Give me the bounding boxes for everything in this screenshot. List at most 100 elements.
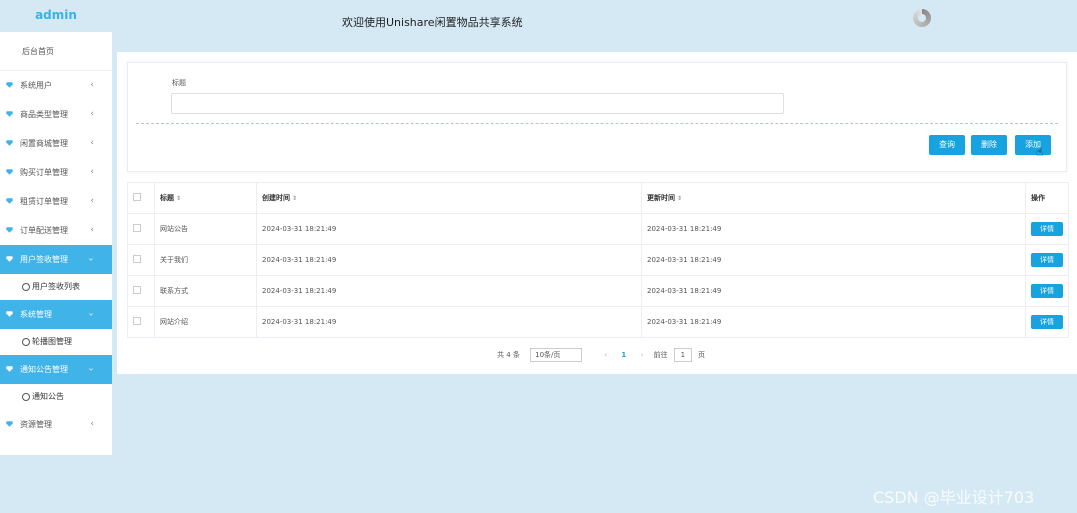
sidebar-item-home[interactable]: 后台首页 [0,32,112,71]
table-row: 联系方式 2024-03-31 18:21:49 2024-03-31 18:2… [127,275,1069,307]
gem-icon [6,111,13,117]
gem-icon [6,366,13,372]
sidebar-item-purchase-orders[interactable]: 购买订单管理 ‹ [0,158,112,187]
chevron-left-icon: ‹ [90,167,94,177]
cell-created: 2024-03-31 18:21:49 [256,275,642,307]
sort-icon: ⇕ [292,195,298,202]
total-count: 共 4 条 [497,351,520,359]
gem-icon [6,311,13,317]
sidebar-item-user-signoff[interactable]: 用户签收管理 ‹ [0,245,112,274]
column-header-action: 操作 [1025,182,1069,214]
detail-button[interactable]: 详情 [1031,284,1063,298]
row-checkbox[interactable] [133,286,141,294]
watermark: CSDN @毕业设计703 [873,488,1035,507]
sidebar-item-delivery[interactable]: 订单配送管理 ‹ [0,216,112,245]
sidebar-subitem-notices[interactable]: 通知公告 [0,384,112,410]
sidebar-item-label: 闲置商城管理 [20,139,68,148]
gem-icon [6,256,13,262]
column-label: 标题 [160,194,174,202]
chevron-down-icon: ‹ [86,257,97,262]
sidebar-item-label: 购买订单管理 [20,168,68,177]
cell-action: 详情 [1025,244,1069,276]
sidebar-item-product-types[interactable]: 商品类型管理 ‹ [0,100,112,129]
chevron-down-icon: ‹ [86,312,97,317]
row-select-cell[interactable] [127,244,155,276]
pagination: 共 4 条 10条/页 ‹ 1 › 前往 1 页 [497,348,705,362]
brand-logo: admin [0,0,112,32]
chevron-down-icon: ‹ [86,367,97,372]
row-select-cell[interactable] [127,275,155,307]
cell-title: 网站介绍 [154,306,257,338]
page-number-current[interactable]: 1 [621,351,626,359]
sidebar-item-label: 用户签收管理 [20,255,68,264]
sidebar-item-label: 系统管理 [20,310,52,319]
row-select-cell[interactable] [127,213,155,245]
sidebar-item-label: 系统用户 [20,81,52,90]
sidebar-item-notice-management[interactable]: 通知公告管理 ‹ [0,355,112,384]
column-header-updated[interactable]: 更新时间 ⇕ [641,182,1026,214]
detail-button[interactable]: 详情 [1031,222,1063,236]
column-label: 更新时间 [647,194,675,202]
detail-button[interactable]: 详情 [1031,253,1063,267]
column-header-created[interactable]: 创建时间 ⇕ [256,182,642,214]
add-button[interactable]: 添加 [1015,135,1051,155]
sidebar-item-resources[interactable]: 资源管理 ‹ [0,410,112,439]
sidebar-item-system-management[interactable]: 系统管理 ‹ [0,300,112,329]
gem-icon [6,169,13,175]
cell-created: 2024-03-31 18:21:49 [256,306,642,338]
avatar[interactable] [913,9,931,27]
top-header: 欢迎使用Unishare闲置物品共享系统 [112,0,1077,50]
sidebar: admin 后台首页 系统用户 ‹ 商品类型管理 ‹ 闲置商城管理 ‹ 购买订单… [0,0,112,455]
prev-page-icon[interactable]: ‹ [604,351,607,359]
cell-action: 详情 [1025,306,1069,338]
table-header-row: 标题 ⇕ 创建时间 ⇕ 更新时间 ⇕ 操作 [127,182,1069,214]
sidebar-item-system-users[interactable]: 系统用户 ‹ [0,71,112,100]
gem-icon [6,198,13,204]
sidebar-item-label: 资源管理 [20,420,52,429]
gem-icon [6,421,13,427]
sidebar-item-label: 通知公告管理 [20,365,68,374]
row-checkbox[interactable] [133,255,141,263]
row-checkbox[interactable] [133,317,141,325]
column-header-title[interactable]: 标题 ⇕ [154,182,257,214]
main-panel: 标题 查询 删除 添加 标题 ⇕ 创建时间 ⇕ 更新时间 ⇕ 操作 网站公告 2024… [117,52,1077,374]
chevron-left-icon: ‹ [90,138,94,148]
chevron-left-icon: ‹ [90,225,94,235]
search-label: 标题 [172,79,186,87]
table-row: 网站公告 2024-03-31 18:21:49 2024-03-31 18:2… [127,213,1069,245]
sidebar-item-idle-mall[interactable]: 闲置商城管理 ‹ [0,129,112,158]
sidebar-subitem-carousel[interactable]: 轮播图管理 [0,329,112,355]
circle-icon [22,393,30,401]
row-select-cell[interactable] [127,306,155,338]
sort-icon: ⇕ [677,195,683,202]
sidebar-subitem-label: 用户签收列表 [32,282,80,291]
data-table: 标题 ⇕ 创建时间 ⇕ 更新时间 ⇕ 操作 网站公告 2024-03-31 18:21… [127,182,1069,338]
row-checkbox[interactable] [133,224,141,232]
sidebar-item-label: 商品类型管理 [20,110,68,119]
detail-button[interactable]: 详情 [1031,315,1063,329]
table-row: 网站介绍 2024-03-31 18:21:49 2024-03-31 18:2… [127,306,1069,338]
select-all-checkbox[interactable] [133,193,141,201]
sidebar-item-label: 租赁订单管理 [20,197,68,206]
circle-icon [22,283,30,291]
page-title: 欢迎使用Unishare闲置物品共享系统 [342,16,523,29]
select-all-cell[interactable] [127,182,155,214]
cell-updated: 2024-03-31 18:21:49 [641,306,1026,338]
query-button[interactable]: 查询 [929,135,965,155]
chevron-left-icon: ‹ [90,419,94,429]
next-page-icon[interactable]: › [641,351,644,359]
title-search-input[interactable] [171,93,784,114]
page-size-select[interactable]: 10条/页 [530,348,583,362]
cell-created: 2024-03-31 18:21:49 [256,244,642,276]
table-row: 关于我们 2024-03-31 18:21:49 2024-03-31 18:2… [127,244,1069,276]
sidebar-item-rental-orders[interactable]: 租赁订单管理 ‹ [0,187,112,216]
delete-button[interactable]: 删除 [971,135,1007,155]
cell-created: 2024-03-31 18:21:49 [256,213,642,245]
cell-updated: 2024-03-31 18:21:49 [641,244,1026,276]
hand-cursor-icon: ☝ [1036,145,1044,159]
gem-icon [6,140,13,146]
cell-updated: 2024-03-31 18:21:49 [641,275,1026,307]
goto-page-input[interactable]: 1 [673,348,692,362]
cell-action: 详情 [1025,213,1069,245]
sidebar-subitem-signoff-list[interactable]: 用户签收列表 [0,274,112,300]
